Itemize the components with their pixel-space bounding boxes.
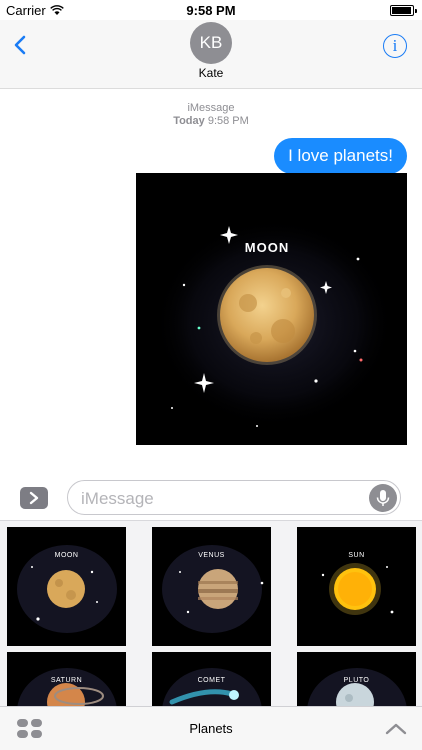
date-label: Today xyxy=(173,115,205,127)
chevron-up-icon[interactable] xyxy=(385,720,407,738)
message-timestamp: iMessage Today 9:58 PM xyxy=(0,102,422,128)
app-drawer-button[interactable] xyxy=(20,487,48,509)
time-label: 9:58 PM xyxy=(207,115,249,127)
sticker-label: PLUTO xyxy=(343,677,370,684)
compose-bar: iMessage xyxy=(0,470,422,520)
info-icon[interactable]: i xyxy=(383,34,407,58)
service-label: iMessage xyxy=(187,102,235,114)
sticker-moon[interactable]: MOON xyxy=(7,527,126,646)
status-time: 9:58 PM xyxy=(186,3,236,18)
back-chevron-icon[interactable] xyxy=(10,34,32,56)
moon-sticker-message[interactable]: MOON xyxy=(136,173,407,445)
moon-sticker-label: MOON xyxy=(245,240,289,255)
microphone-button[interactable] xyxy=(369,484,397,512)
sticker-label: SATURN xyxy=(50,677,83,684)
contact-name[interactable]: Kate xyxy=(0,66,422,80)
moon-sticker-art: MOON xyxy=(154,218,394,428)
battery-icon xyxy=(390,5,417,16)
sticker-label: COMET xyxy=(197,677,226,684)
sticker-pack-title: Planets xyxy=(189,721,233,736)
sticker-label: VENUS xyxy=(198,552,225,559)
sticker-venus[interactable]: VENUS xyxy=(152,527,271,646)
avatar[interactable]: KB xyxy=(190,22,232,64)
sticker-label: MOON xyxy=(54,552,79,559)
venus-thumb-art xyxy=(162,545,264,633)
sticker-pluto[interactable]: PLUTO xyxy=(297,652,416,707)
moon-thumb-art xyxy=(17,545,117,633)
sticker-sun[interactable]: SUN xyxy=(297,527,416,646)
date-line: Today 9:58 PM xyxy=(0,115,422,128)
conversation-header: KB Kate i xyxy=(0,20,422,89)
messages-app: Carrier 9:58 PM KB Kate i iMessage Today… xyxy=(0,0,422,750)
sticker-app-bar: Planets xyxy=(0,706,422,750)
message-input[interactable]: iMessage xyxy=(67,480,401,515)
status-bar: Carrier 9:58 PM xyxy=(0,0,422,22)
message-placeholder: iMessage xyxy=(81,489,154,508)
microphone-icon xyxy=(376,490,390,506)
chevron-right-icon xyxy=(29,491,39,505)
sticker-label: SUN xyxy=(348,552,365,559)
sticker-comet[interactable]: COMET xyxy=(152,652,271,707)
sticker-drawer: MOON VENUS SUN SATURN COMET PLUTO xyxy=(0,520,422,707)
sun-thumb-art xyxy=(321,563,394,615)
sent-message-bubble[interactable]: I love planets! xyxy=(274,138,407,174)
sticker-saturn[interactable]: SATURN xyxy=(7,652,126,707)
